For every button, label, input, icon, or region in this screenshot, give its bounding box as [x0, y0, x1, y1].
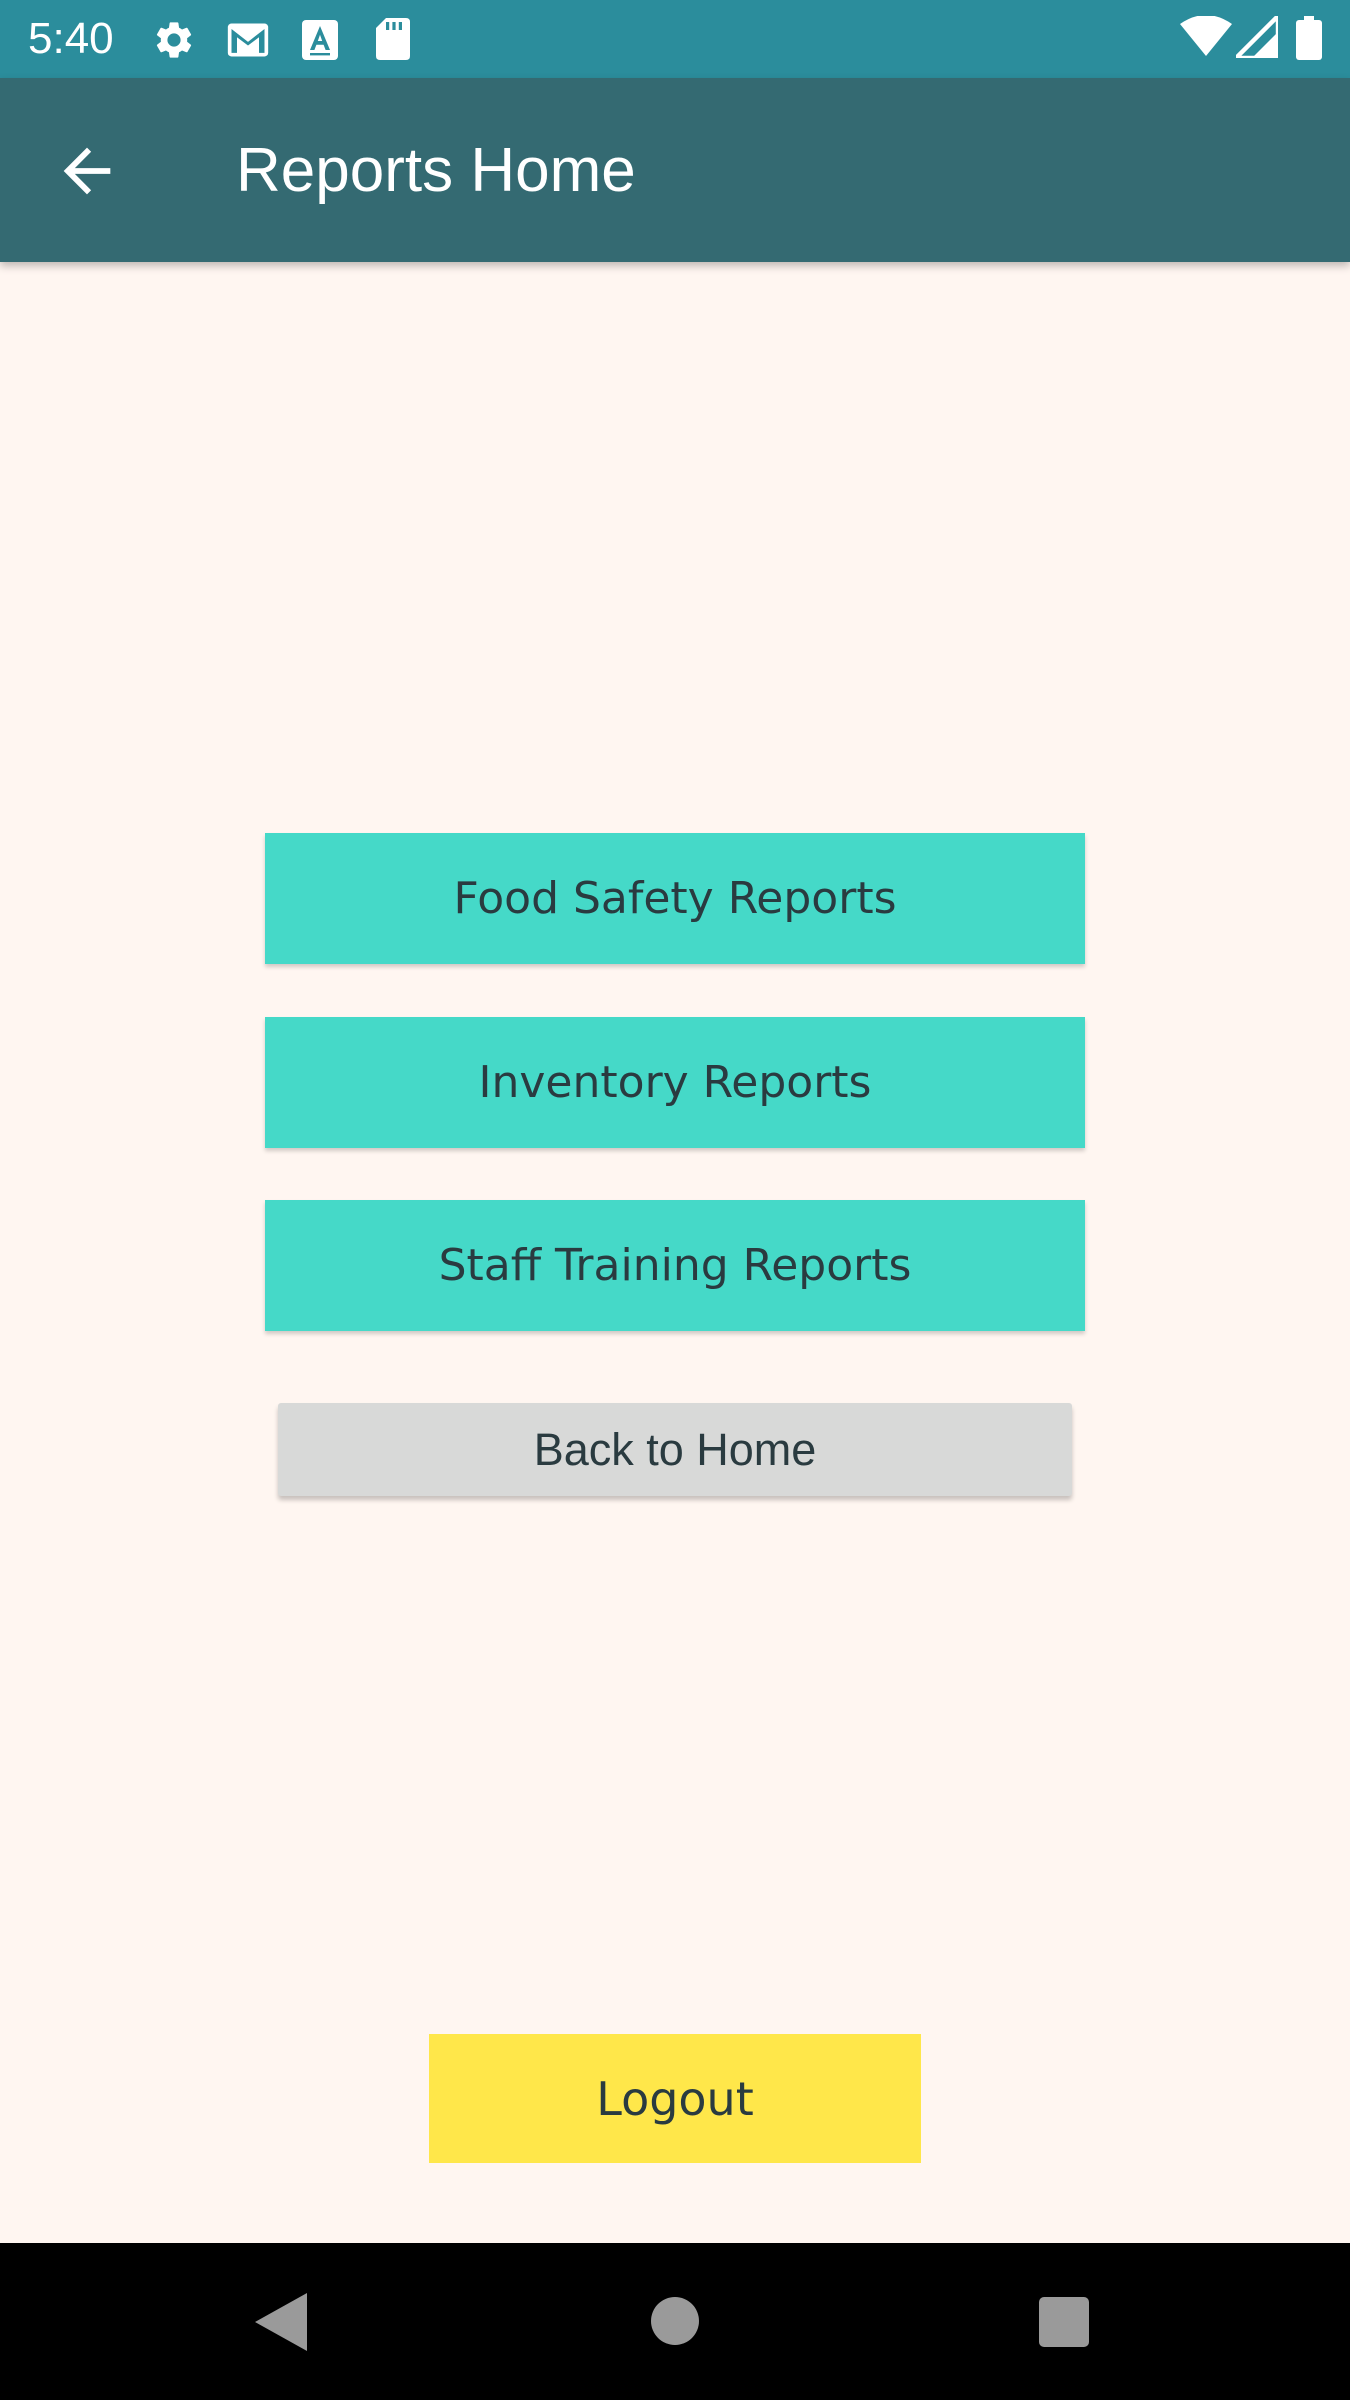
- wifi-icon: [1180, 16, 1232, 56]
- food-safety-reports-button[interactable]: Food Safety Reports: [265, 833, 1085, 964]
- nav-back-icon[interactable]: [255, 2293, 307, 2351]
- page-title: Reports Home: [236, 136, 636, 205]
- sd-card-icon: [376, 18, 410, 60]
- nav-recents-icon[interactable]: [1039, 2297, 1089, 2347]
- app-bar: Reports Home: [0, 78, 1350, 262]
- staff-training-reports-button[interactable]: Staff Training Reports: [265, 1200, 1085, 1331]
- inventory-reports-button[interactable]: Inventory Reports: [265, 1017, 1085, 1148]
- a-font-icon: [302, 20, 338, 60]
- battery-icon: [1296, 16, 1322, 60]
- back-arrow-icon[interactable]: [52, 136, 122, 206]
- back-to-home-button[interactable]: Back to Home: [278, 1403, 1072, 1496]
- nav-home-icon[interactable]: [651, 2297, 699, 2345]
- status-bar: 5:40: [0, 0, 1350, 78]
- gmail-icon: [227, 23, 269, 57]
- status-time: 5:40: [28, 14, 114, 63]
- cell-signal-icon: [1236, 16, 1278, 58]
- logout-button[interactable]: Logout: [429, 2034, 921, 2163]
- gear-icon: [156, 22, 192, 58]
